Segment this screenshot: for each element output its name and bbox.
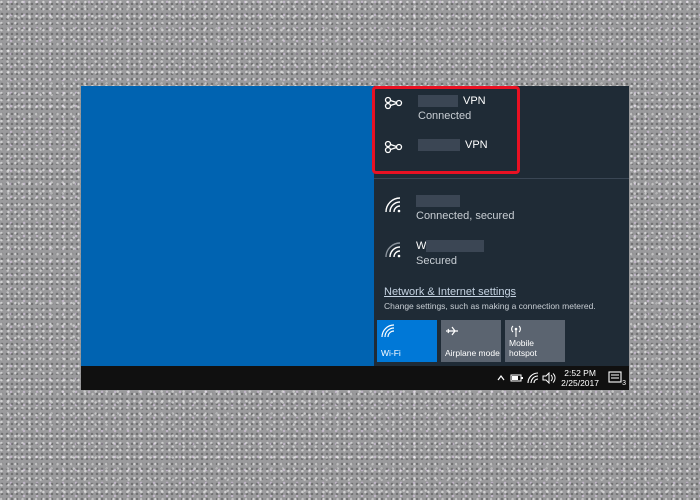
wifi-network-1[interactable]: Connected, secured <box>384 194 514 222</box>
system-tray: 2:52 PM 2/25/2017 3 <box>493 366 629 390</box>
mobile-hotspot-tile[interactable]: Mobile hotspot <box>505 320 565 362</box>
wifi-status: Secured <box>416 255 457 267</box>
screen: VPN Connected VPN Connected, secured W S… <box>81 86 629 390</box>
wifi-tray-icon[interactable] <box>525 370 541 386</box>
taskbar: 2:52 PM 2/25/2017 3 <box>81 366 629 390</box>
divider <box>374 178 629 179</box>
notification-count: 3 <box>622 380 626 387</box>
airplane-mode-tile[interactable]: Airplane mode <box>441 320 501 362</box>
hotspot-icon <box>511 325 521 337</box>
chevron-up-icon[interactable] <box>493 370 509 386</box>
battery-icon[interactable] <box>509 370 525 386</box>
network-settings-link[interactable]: Network & Internet settings <box>384 286 516 298</box>
tile-label: Wi-Fi <box>381 348 401 358</box>
clock-time: 2:52 PM <box>564 368 596 378</box>
wifi-status: Connected, secured <box>416 210 515 222</box>
wifi-name: W <box>416 240 427 252</box>
clock[interactable]: 2:52 PM 2/25/2017 <box>561 368 599 388</box>
volume-icon[interactable] <box>541 370 557 386</box>
wifi-signal-icon <box>385 242 401 258</box>
wifi-network-2[interactable]: W Secured <box>384 239 489 267</box>
tile-label: Airplane mode <box>445 348 500 358</box>
wifi-toggle-tile[interactable]: Wi-Fi <box>377 320 437 362</box>
redacted-name <box>416 195 460 207</box>
desktop-background <box>81 86 377 366</box>
wifi-signal-icon <box>385 197 401 213</box>
action-center-icon[interactable]: 3 <box>607 370 626 387</box>
redacted-name <box>426 240 485 252</box>
airplane-icon <box>446 326 458 336</box>
clock-date: 2/25/2017 <box>561 378 599 388</box>
wifi-icon <box>381 324 395 338</box>
vpn-highlight-box <box>372 86 520 174</box>
tile-label: Mobile hotspot <box>509 338 537 358</box>
network-settings-description: Change settings, such as making a connec… <box>384 301 596 311</box>
